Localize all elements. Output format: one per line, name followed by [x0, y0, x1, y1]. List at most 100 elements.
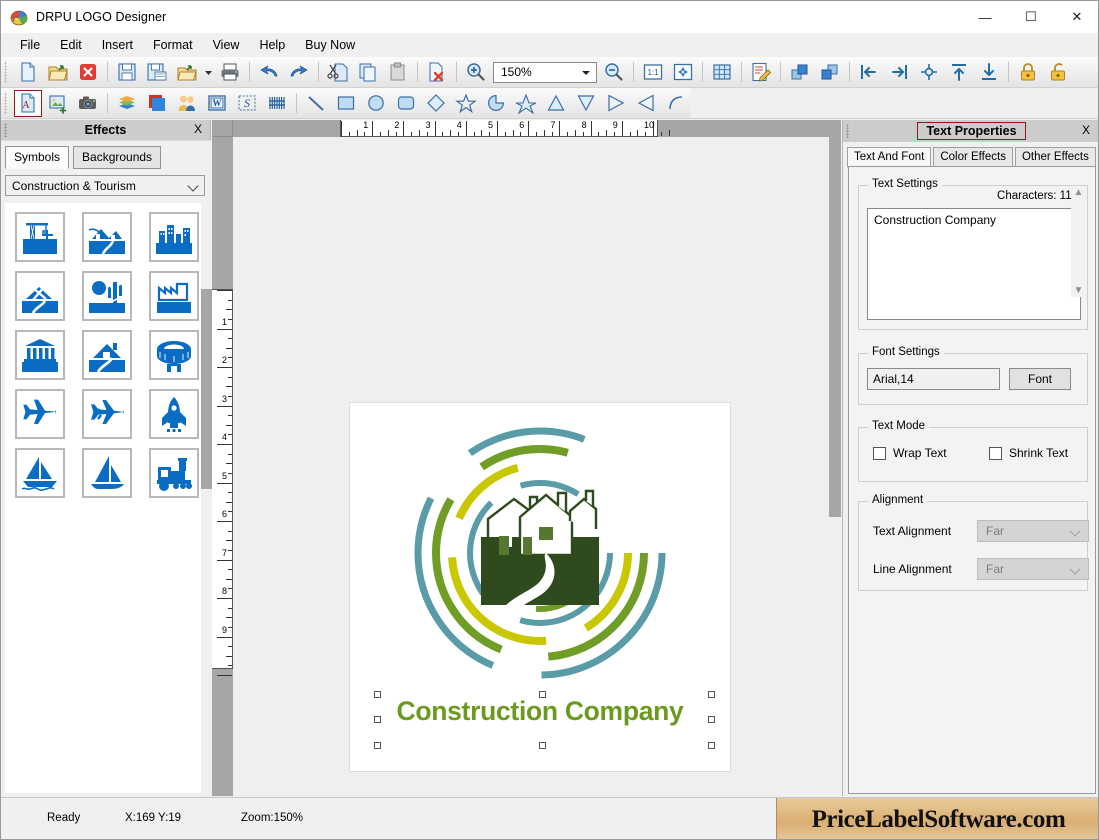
align-top-icon[interactable]: [945, 59, 973, 86]
open-folder-icon[interactable]: [44, 59, 72, 86]
scrollbar-thumb[interactable]: [201, 289, 212, 489]
symbol-museum-icon[interactable]: [15, 330, 65, 380]
send-back-icon[interactable]: [816, 59, 844, 86]
layers-icon[interactable]: [113, 90, 141, 117]
close-document-icon[interactable]: [74, 59, 102, 86]
symbol-stadium-icon[interactable]: [149, 330, 199, 380]
text-properties-close-button[interactable]: X: [1082, 123, 1090, 137]
wrap-text-row[interactable]: Wrap Text: [873, 446, 947, 460]
shrink-text-checkbox[interactable]: [989, 446, 1002, 460]
selection-handle[interactable]: [374, 691, 381, 698]
add-image-icon[interactable]: [44, 90, 72, 117]
font-button[interactable]: Font: [1009, 368, 1071, 390]
symbol-sailboat-icon[interactable]: [15, 448, 65, 498]
zoom-level-combobox[interactable]: 150%: [493, 61, 597, 83]
design-page[interactable]: Construction Company: [350, 403, 730, 771]
pie-icon[interactable]: [482, 90, 510, 117]
align-bottom-icon[interactable]: [975, 59, 1003, 86]
undo-icon[interactable]: [255, 59, 283, 86]
selection-handle[interactable]: [539, 691, 546, 698]
unlock-icon[interactable]: [1044, 59, 1072, 86]
symbol-house-path-icon[interactable]: [82, 330, 132, 380]
backgrounds-icon[interactable]: [143, 90, 171, 117]
align-left-icon[interactable]: [855, 59, 883, 86]
triangle-icon[interactable]: [542, 90, 570, 117]
symbol-houses-icon[interactable]: [82, 212, 132, 262]
triangle-left-icon[interactable]: [632, 90, 660, 117]
wrap-text-checkbox[interactable]: [873, 446, 886, 460]
symbol-crane-icon[interactable]: [15, 212, 65, 262]
actual-size-icon[interactable]: 1:1: [639, 59, 667, 86]
triangle-down-icon[interactable]: [572, 90, 600, 117]
delete-icon[interactable]: [423, 59, 451, 86]
rectangle-icon[interactable]: [332, 90, 360, 117]
export-icon[interactable]: [173, 59, 201, 86]
symbols-people-icon[interactable]: [173, 90, 201, 117]
paste-icon[interactable]: [384, 59, 412, 86]
print-icon[interactable]: [216, 59, 244, 86]
symbol-train-icon[interactable]: [149, 448, 199, 498]
scroll-up-icon[interactable]: ▲: [1074, 187, 1084, 199]
toolbar-grip[interactable]: [3, 92, 10, 114]
symbol-yacht-icon[interactable]: [82, 448, 132, 498]
maximize-button[interactable]: ☐: [1008, 1, 1054, 33]
menu-help[interactable]: Help: [250, 35, 294, 55]
save-as-icon[interactable]: [143, 59, 171, 86]
panel-grip[interactable]: [846, 124, 851, 138]
tab-symbols[interactable]: Symbols: [5, 146, 70, 169]
zoom-in-icon[interactable]: [462, 59, 490, 86]
minimize-button[interactable]: —: [962, 1, 1008, 33]
copy-icon[interactable]: [354, 59, 382, 86]
logo-graphic[interactable]: [350, 403, 730, 703]
arc-icon[interactable]: [662, 90, 690, 117]
bring-front-icon[interactable]: [786, 59, 814, 86]
selection-handle[interactable]: [708, 742, 715, 749]
new-document-icon[interactable]: [14, 59, 42, 86]
text-content-input[interactable]: Construction Company: [867, 208, 1081, 320]
four-point-star-icon[interactable]: [512, 90, 540, 117]
symbol-desert-cactus-icon[interactable]: [82, 271, 132, 321]
shrink-text-row[interactable]: Shrink Text: [989, 446, 1068, 460]
symbol-city-skyline-icon[interactable]: [149, 212, 199, 262]
export-dropdown-icon[interactable]: [203, 59, 214, 86]
grid-icon[interactable]: [708, 59, 736, 86]
selection-handle[interactable]: [708, 716, 715, 723]
zoom-out-icon[interactable]: [600, 59, 628, 86]
signature-icon[interactable]: S: [233, 90, 261, 117]
align-right-icon[interactable]: [885, 59, 913, 86]
edit-page-icon[interactable]: [747, 59, 775, 86]
watermark-icon[interactable]: W: [203, 90, 231, 117]
triangle-right-icon[interactable]: [602, 90, 630, 117]
rounded-rect-icon[interactable]: [392, 90, 420, 117]
tab-text-and-font[interactable]: Text And Font: [847, 147, 932, 168]
line-icon[interactable]: [302, 90, 330, 117]
canvas-scroll-area[interactable]: Construction Company: [233, 137, 841, 796]
symbol-jet-icon[interactable]: [82, 389, 132, 439]
symbol-list-scrollbar[interactable]: [201, 289, 212, 809]
fit-page-icon[interactable]: [669, 59, 697, 86]
scrollbar-thumb[interactable]: [829, 137, 841, 517]
selection-handle[interactable]: [374, 716, 381, 723]
panel-grip[interactable]: [4, 123, 9, 137]
menu-buy-now[interactable]: Buy Now: [296, 35, 364, 55]
tab-color-effects[interactable]: Color Effects: [933, 147, 1013, 168]
redo-icon[interactable]: [285, 59, 313, 86]
star-icon[interactable]: [452, 90, 480, 117]
align-center-icon[interactable]: [915, 59, 943, 86]
symbol-airplane-icon[interactable]: [15, 389, 65, 439]
symbol-list[interactable]: [5, 203, 201, 793]
camera-icon[interactable]: [74, 90, 102, 117]
text-alignment-dropdown[interactable]: Far: [977, 520, 1089, 542]
cut-icon[interactable]: [324, 59, 352, 86]
tab-other-effects[interactable]: Other Effects: [1014, 147, 1096, 168]
scroll-down-icon[interactable]: ▼: [1074, 285, 1084, 297]
selection-handle[interactable]: [374, 742, 381, 749]
menu-file[interactable]: File: [11, 35, 49, 55]
symbol-windmill-house-icon[interactable]: [15, 271, 65, 321]
ellipse-icon[interactable]: [362, 90, 390, 117]
logo-text-object[interactable]: Construction Company: [364, 696, 716, 727]
symbol-category-dropdown[interactable]: Construction & Tourism: [5, 175, 205, 196]
lock-icon[interactable]: [1014, 59, 1042, 86]
symbol-rocket-icon[interactable]: [149, 389, 199, 439]
canvas-vertical-scrollbar[interactable]: [829, 137, 841, 796]
